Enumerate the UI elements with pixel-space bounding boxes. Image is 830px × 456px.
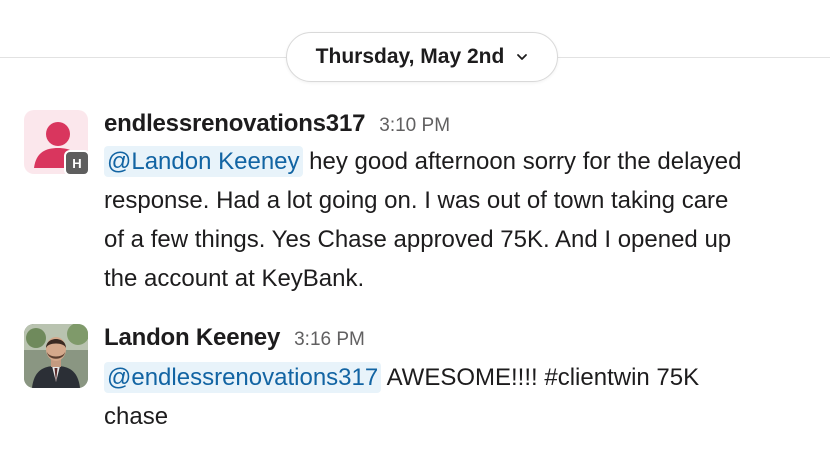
mention-link[interactable]: @Landon Keeney (104, 146, 303, 177)
message-text: chase (104, 403, 169, 430)
message-1: H endlessrenovations317 3:10 PM @Landon … (0, 110, 830, 300)
mention-link[interactable]: @endlessrenovations317 (104, 362, 382, 393)
message-header: endlessrenovations317 3:10 PM (104, 110, 450, 138)
message-2: Landon Keeney 3:16 PM @endlessrenovation… (0, 324, 830, 444)
sender-name[interactable]: endlessrenovations317 (104, 110, 365, 138)
message-body: @Landon Keeney hey good afternoon sorry … (104, 142, 804, 298)
message-body: @endlessrenovations317 AWESOME!!!! #clie… (104, 358, 804, 436)
message-text: AWESOME!!!! #clientwin 75K (381, 364, 700, 391)
avatar-landon-keeney[interactable] (24, 324, 88, 388)
message-text: of a few things. Yes Chase approved 75K.… (104, 226, 732, 253)
timestamp[interactable]: 3:16 PM (294, 329, 365, 351)
sender-name[interactable]: Landon Keeney (104, 324, 280, 352)
date-label: Thursday, May 2nd (315, 45, 505, 68)
profile-photo (24, 324, 88, 388)
message-header: Landon Keeney 3:16 PM (104, 324, 365, 352)
message-text: hey good afternoon sorry for the delayed (302, 148, 742, 175)
chevron-down-icon (516, 53, 528, 61)
timestamp[interactable]: 3:10 PM (379, 115, 450, 137)
avatar-endlessrenovations317[interactable]: H (24, 110, 90, 176)
message-text: the account at KeyBank. (104, 265, 365, 292)
date-divider-button[interactable]: Thursday, May 2nd (286, 32, 558, 82)
message-text: response. Had a lot going on. I was out … (104, 187, 729, 214)
user-badge: H (64, 150, 90, 176)
